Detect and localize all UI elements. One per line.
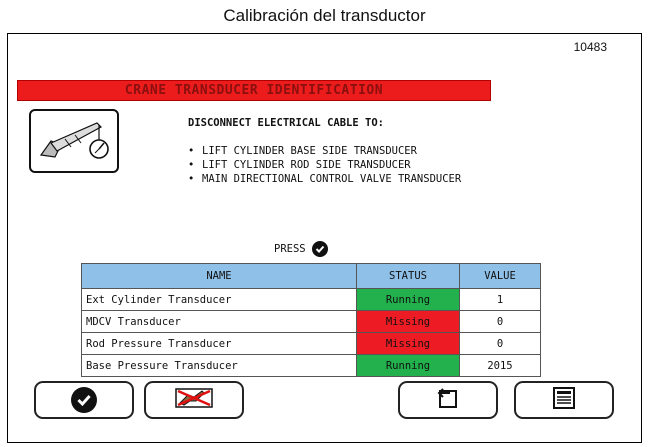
- table-header-row: NAME STATUS VALUE: [81, 263, 541, 289]
- press-prompt: PRESS: [274, 241, 328, 257]
- column-header-name: NAME: [81, 263, 357, 289]
- menu-list-icon: [552, 386, 576, 414]
- row-value: 1: [459, 288, 541, 311]
- table-row: Ext Cylinder Transducer Running 1: [81, 288, 541, 311]
- return-icon: [434, 385, 462, 416]
- list-item: • LIFT CYLINDER BASE SIDE TRANSDUCER: [188, 145, 417, 157]
- status-badge: Missing: [356, 310, 460, 333]
- caption: Calibración del transductor: [223, 6, 426, 25]
- transducer-table: NAME STATUS VALUE Ext Cylinder Transduce…: [81, 263, 541, 377]
- document-number: 10483: [573, 40, 607, 54]
- check-icon: [311, 241, 328, 257]
- table-row: MDCV Transducer Missing 0: [81, 310, 541, 333]
- crossed-crane-icon: [172, 385, 216, 416]
- row-name: Ext Cylinder Transducer: [81, 288, 357, 311]
- row-value: 2015: [459, 354, 541, 377]
- list-item: • MAIN DIRECTIONAL CONTROL VALVE TRANSDUC…: [188, 173, 462, 185]
- status-badge: Running: [356, 288, 460, 311]
- column-header-value: VALUE: [459, 263, 541, 289]
- row-name: Rod Pressure Transducer: [81, 332, 357, 355]
- transducer-list: • LIFT CYLINDER BASE SIDE TRANSDUCER • LIF…: [188, 144, 461, 186]
- back-button[interactable]: [398, 381, 498, 419]
- table-row: Base Pressure Transducer Running 2015: [81, 354, 541, 377]
- list-item: • LIFT CYLINDER ROD SIDE TRANSDUCER: [188, 159, 411, 171]
- row-value: 0: [459, 332, 541, 355]
- table-row: Rod Pressure Transducer Missing 0: [81, 332, 541, 355]
- disconnect-instruction: DISCONNECT ELECTRICAL CABLE TO:: [188, 117, 384, 129]
- disable-crane-button[interactable]: [144, 381, 244, 419]
- row-name: MDCV Transducer: [81, 310, 357, 333]
- status-badge: Running: [356, 354, 460, 377]
- row-name: Base Pressure Transducer: [81, 354, 357, 377]
- menu-button[interactable]: [514, 381, 614, 419]
- screen-title: CRANE TRANSDUCER IDENTIFICATION: [17, 80, 491, 101]
- crane-gauge-icon: [29, 109, 119, 173]
- press-label: PRESS: [274, 243, 306, 255]
- status-badge: Missing: [356, 332, 460, 355]
- check-icon: [71, 387, 97, 413]
- confirm-button[interactable]: [34, 381, 134, 419]
- screen-frame: 10483 CRANE TRANSDUCER IDENTIFICATION DI…: [7, 33, 642, 443]
- column-header-status: STATUS: [356, 263, 460, 289]
- row-value: 0: [459, 310, 541, 333]
